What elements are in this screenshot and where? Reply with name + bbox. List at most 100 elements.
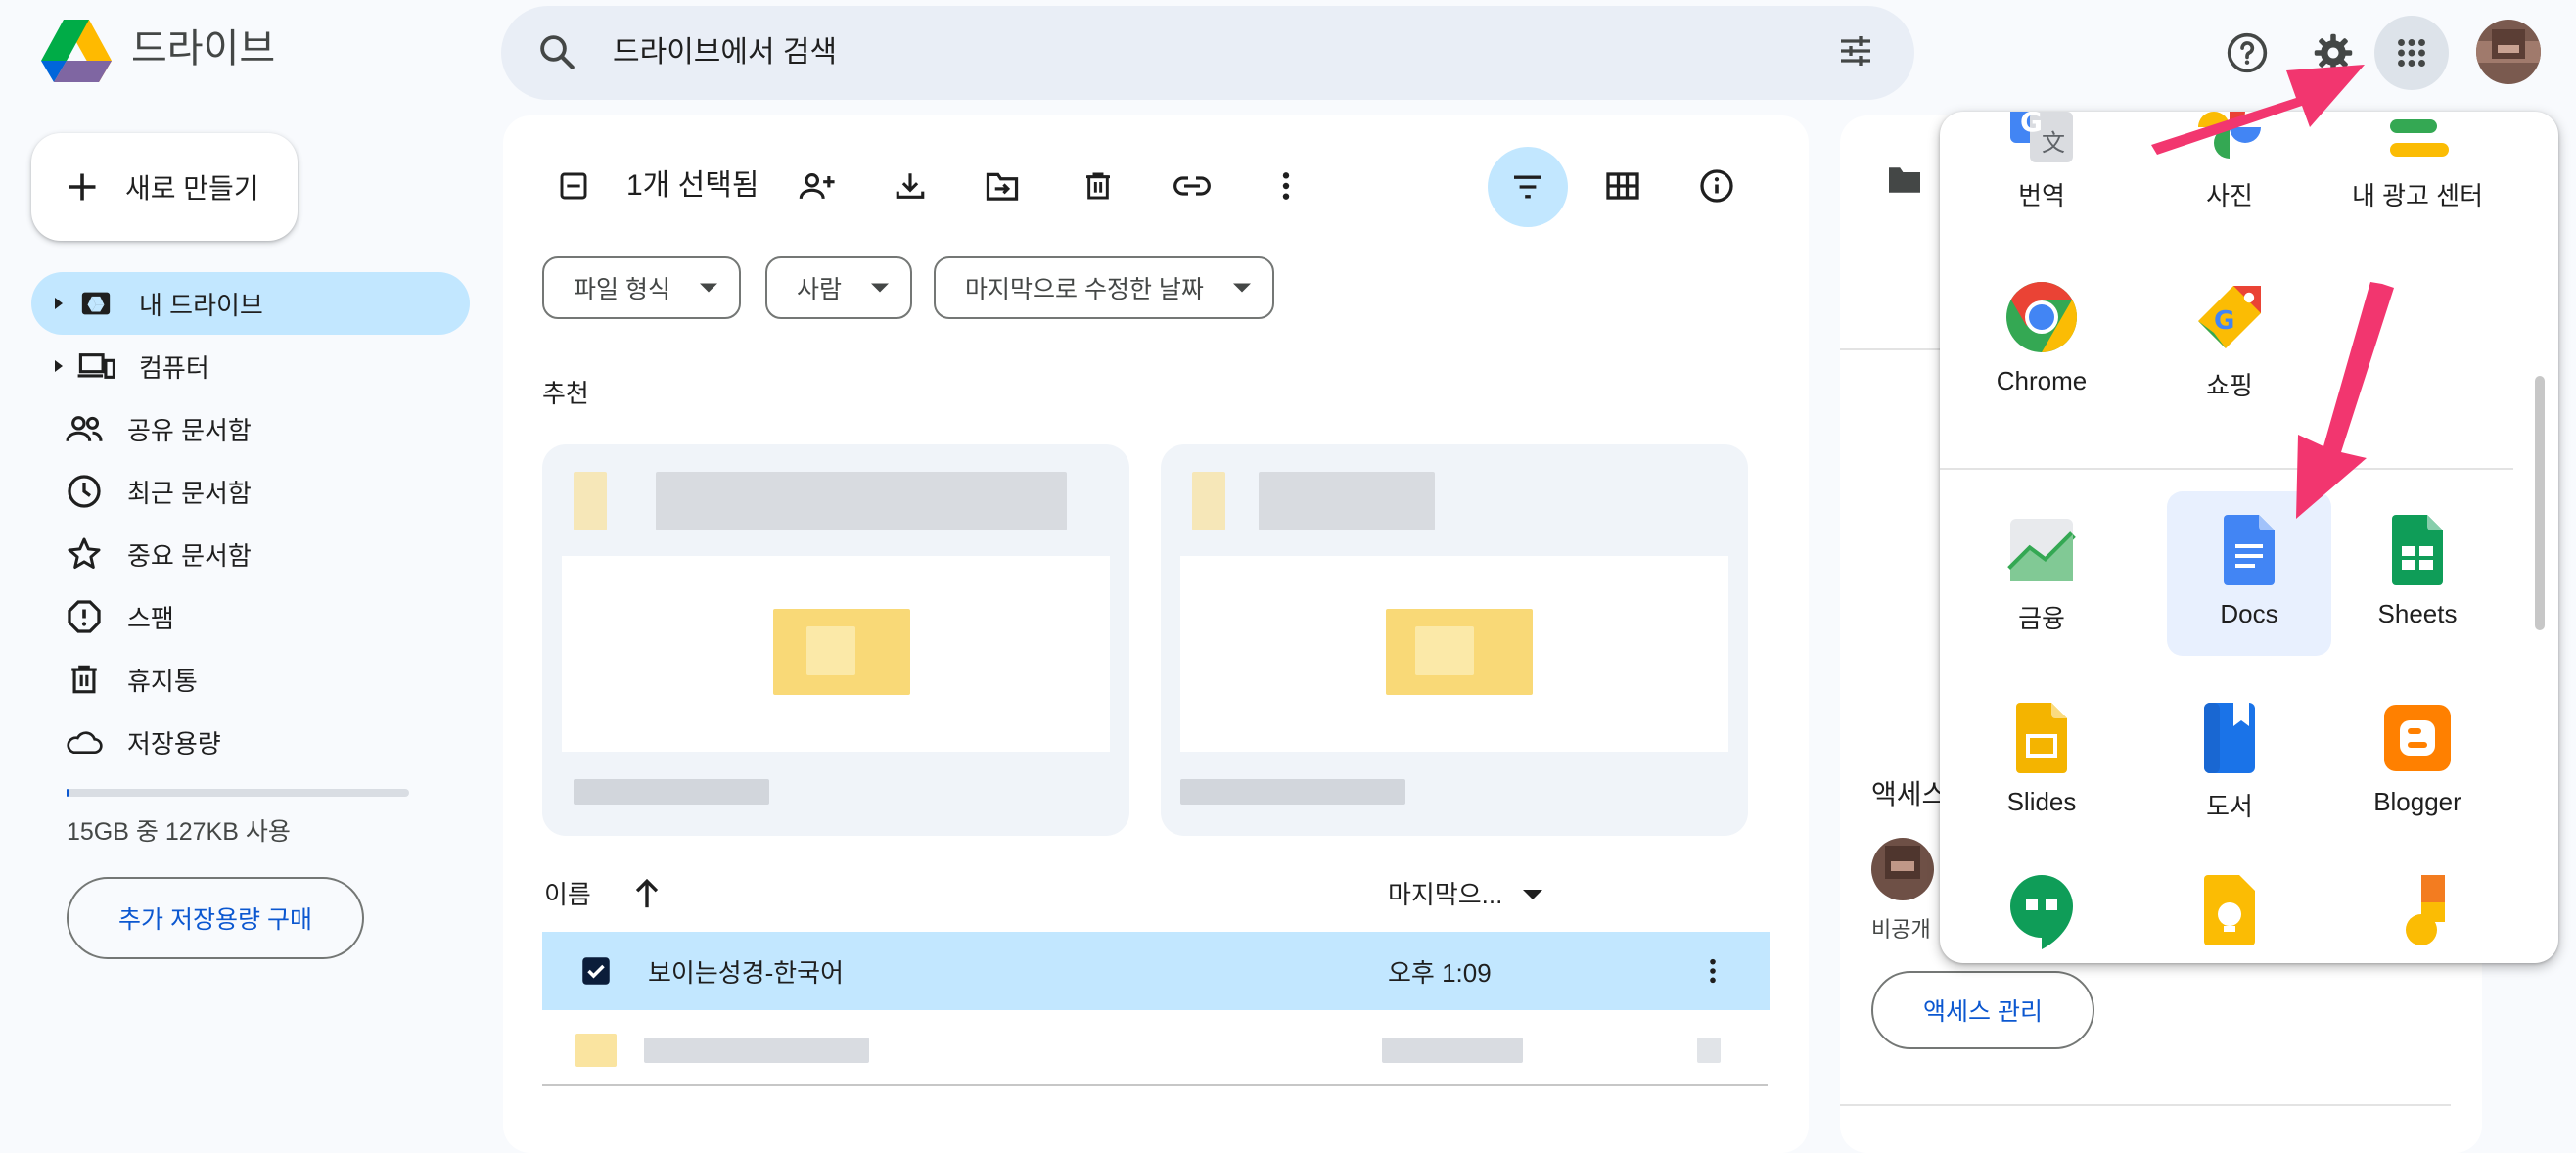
app-slides[interactable]: Slides [1959, 679, 2124, 844]
storage-meter-fill [67, 789, 69, 797]
app-translate[interactable]: G文 번역 [1959, 112, 2124, 233]
google-apps-menu: G文 번역 사진 내 광고 센터 Chrome G 쇼핑 금융 Docs She… [1940, 112, 2558, 963]
shared-with-me-icon [65, 412, 104, 445]
column-name-header[interactable]: 이름 [544, 873, 591, 916]
dropdown-arrow-icon[interactable] [1523, 889, 1542, 900]
app-label: 금융 [2018, 604, 2065, 633]
chip-label: 사람 [797, 276, 843, 303]
suggested-file-card[interactable] [1161, 444, 1748, 836]
trash-icon[interactable] [1071, 159, 1126, 213]
file-thumbnail [562, 556, 1110, 752]
sidebar-item-trash[interactable]: 휴지통 [31, 648, 470, 711]
star-icon [65, 536, 104, 572]
plus-icon [65, 169, 100, 205]
my-drive-icon [76, 287, 115, 320]
app-blogger[interactable]: Blogger [2335, 679, 2500, 844]
deselect-icon[interactable] [546, 159, 601, 213]
hangouts-icon [2002, 871, 2081, 949]
svg-text:G: G [2214, 306, 2234, 336]
sidebar-item-label: 스팸 [127, 603, 174, 633]
dropdown-arrow-icon [871, 283, 890, 293]
app-jamboard[interactable] [2335, 871, 2500, 963]
app-title: 드라이브 [131, 27, 276, 70]
sidebar-item-shared[interactable]: 공유 문서함 [31, 397, 470, 460]
search-icon[interactable] [536, 31, 577, 72]
share-add-person-icon[interactable] [789, 159, 844, 213]
slides-icon [2002, 699, 2081, 777]
app-keep[interactable] [2147, 871, 2312, 963]
filter-chip-file-type[interactable]: 파일 형식 [542, 256, 741, 319]
search-options-icon[interactable] [1836, 31, 1875, 70]
sidebar-item-spam[interactable]: 스팸 [31, 585, 470, 648]
account-avatar[interactable] [2476, 20, 2541, 84]
storage-usage-text: 15GB 중 127KB 사용 [67, 818, 291, 846]
download-icon[interactable] [883, 159, 938, 213]
app-label: Slides [2006, 787, 2077, 816]
drive-logo[interactable] [39, 18, 114, 86]
app-label: 도서 [2206, 792, 2253, 821]
sidebar-item-label: 최근 문서함 [127, 478, 252, 508]
finance-icon [2002, 511, 2081, 589]
google-apps-grid-icon[interactable] [2374, 16, 2449, 90]
file-name: 보이는성경-한국어 [648, 957, 845, 988]
annotation-arrow-to-apps [2151, 65, 2365, 155]
manage-access-button[interactable]: 액세스 관리 [1871, 971, 2094, 1049]
filter-chip-people[interactable]: 사람 [765, 256, 913, 319]
app-label: Sheets [2377, 599, 2458, 628]
expand-caret-icon[interactable] [49, 294, 69, 313]
storage-meter [67, 789, 409, 797]
sidebar-item-recent[interactable]: 최근 문서함 [31, 460, 470, 523]
app-chrome[interactable]: Chrome [1959, 258, 2124, 423]
app-books[interactable]: 도서 [2147, 679, 2312, 844]
filter-icon[interactable] [1488, 147, 1568, 227]
computer-icon [76, 349, 115, 383]
ads-center-icon [2378, 112, 2457, 166]
clock-icon [65, 474, 104, 509]
sidebar-item-storage[interactable]: 저장용량 [31, 711, 470, 773]
app-label: Chrome [1996, 366, 2088, 395]
chip-label: 마지막으로 수정한 날짜 [965, 276, 1204, 303]
move-to-folder-icon[interactable] [975, 159, 1030, 213]
sidebar-item-label: 컴퓨터 [139, 352, 209, 383]
sidebar-item-label: 내 드라이브 [139, 290, 263, 320]
info-icon[interactable] [1689, 159, 1744, 213]
apps-menu-scrollbar[interactable] [2535, 376, 2545, 630]
trash-icon [65, 662, 104, 697]
filter-chip-modified[interactable]: 마지막으로 수정한 날짜 [934, 256, 1274, 319]
access-heading: 액세스 [1871, 779, 1948, 809]
sidebar-item-computers[interactable]: 컴퓨터 [31, 335, 470, 397]
search-input[interactable]: 드라이브에서 검색 [613, 29, 837, 76]
file-row[interactable]: 보이는성경-한국어 오후 1:09 [542, 932, 1770, 1010]
annotation-arrow-to-docs [2296, 282, 2394, 519]
sidebar-item-label: 공유 문서함 [127, 415, 252, 445]
books-icon [2190, 699, 2269, 777]
grid-view-icon[interactable] [1595, 159, 1650, 213]
new-button[interactable]: 새로 만들기 [31, 133, 298, 241]
owner-avatar [1871, 838, 1934, 900]
expand-caret-icon[interactable] [49, 356, 69, 376]
sidebar-item-starred[interactable]: 중요 문서함 [31, 523, 470, 585]
buy-storage-button[interactable]: 추가 저장용량 구매 [67, 877, 364, 959]
app-label: 내 광고 센터 [2351, 181, 2484, 210]
column-modified-header[interactable]: 마지막으... [1388, 873, 1502, 916]
chip-label: 파일 형식 [574, 276, 670, 303]
suggested-file-card[interactable] [542, 444, 1129, 836]
spam-icon [65, 599, 104, 634]
access-status: 비공개 [1871, 917, 1931, 942]
cloud-icon [65, 727, 104, 757]
sidebar-item-label: 휴지통 [127, 666, 198, 696]
sidebar-item-label: 중요 문서함 [127, 540, 252, 571]
more-actions-icon[interactable] [1259, 159, 1313, 213]
sidebar-item-my-drive[interactable]: 내 드라이브 [31, 272, 470, 335]
app-hangouts[interactable] [1959, 871, 2124, 963]
file-modified: 오후 1:09 [1388, 957, 1492, 988]
app-finance[interactable]: 금융 [1959, 491, 2124, 656]
row-checkbox[interactable] [581, 956, 611, 986]
dropdown-arrow-icon [699, 283, 717, 293]
row-more-actions-icon[interactable] [1709, 957, 1717, 985]
sort-ascending-arrow-icon[interactable] [632, 877, 662, 910]
app-label: Blogger [2373, 787, 2461, 816]
copy-link-icon[interactable] [1165, 159, 1219, 213]
shopping-icon: G [2190, 278, 2269, 356]
file-row[interactable] [542, 1010, 1770, 1088]
